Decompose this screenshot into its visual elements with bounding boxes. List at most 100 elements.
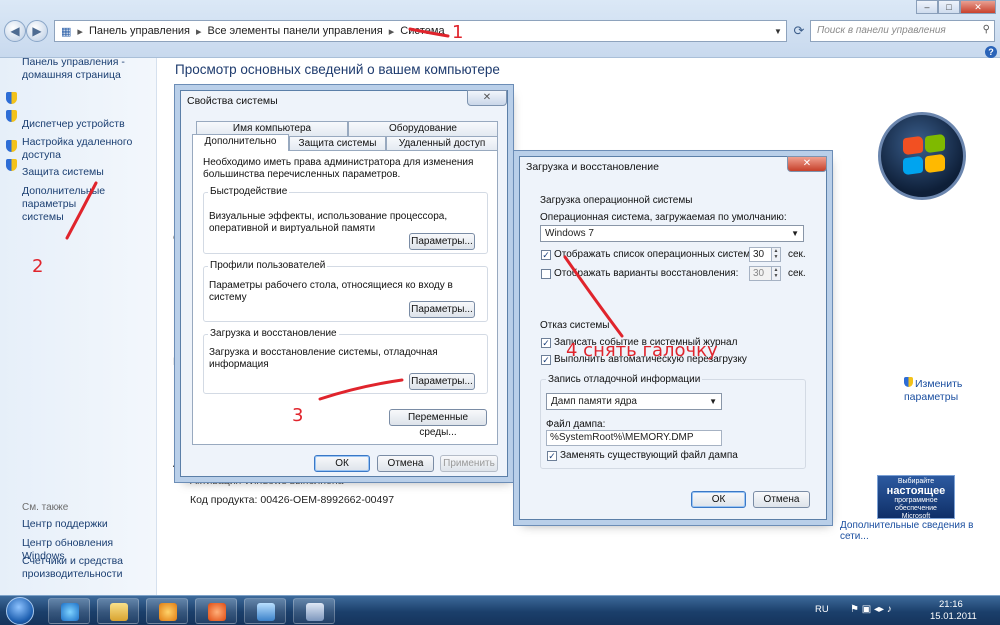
- seconds-label: сек.: [788, 268, 806, 279]
- change-settings-link[interactable]: Изменить параметры: [904, 377, 962, 404]
- tab-system-protection[interactable]: Защита системы: [289, 136, 386, 151]
- nav-performance-tools[interactable]: Счетчики и средства производительности: [22, 555, 123, 581]
- dump-file-input[interactable]: %SystemRoot%\MEMORY.DMP: [546, 430, 722, 446]
- failure-group-legend: Отказ системы: [540, 320, 610, 331]
- annotation-2: 2: [32, 256, 44, 277]
- ie-taskbar-icon[interactable]: [48, 598, 90, 624]
- annotation-1: 1: [452, 22, 464, 43]
- shield-icon: [904, 377, 913, 387]
- performance-legend: Быстродействие: [208, 186, 290, 197]
- user-profiles-settings-button[interactable]: Параметры...: [409, 301, 475, 318]
- breadcrumb-item[interactable]: Панель управления: [89, 25, 190, 37]
- shield-icon: [6, 140, 17, 152]
- apply-button[interactable]: Применить: [440, 455, 498, 472]
- dump-type-select[interactable]: Дамп памяти ядра ▼: [546, 393, 722, 410]
- chevron-down-icon: ▼: [791, 229, 799, 238]
- advanced-tab-panel: Необходимо иметь права администратора дл…: [192, 150, 498, 445]
- system-properties-dialog: Свойства системы ✕ Имя компьютера Оборуд…: [180, 90, 508, 477]
- nav-advanced-settings[interactable]: Дополнительные параметры системы: [6, 159, 156, 224]
- close-icon[interactable]: ✕: [960, 0, 996, 14]
- nav-action-center[interactable]: Центр поддержки: [22, 518, 108, 531]
- mail-taskbar-icon[interactable]: [195, 598, 237, 624]
- show-recovery-checkbox[interactable]: [541, 269, 551, 279]
- nav-home-link[interactable]: Панель управления - домашняя страница: [22, 56, 125, 82]
- show-os-list-checkbox[interactable]: ✓: [541, 250, 551, 260]
- ok-button[interactable]: ОК: [314, 455, 370, 472]
- spinner-arrows-icon[interactable]: ▲ ▼: [771, 267, 780, 280]
- annotation-3: 3: [292, 405, 304, 426]
- search-icon: ⚲: [982, 24, 990, 35]
- performance-settings-button[interactable]: Параметры...: [409, 233, 475, 250]
- environment-variables-button[interactable]: Переменные среды...: [389, 409, 487, 438]
- dialog-title: Свойства системы: [187, 95, 278, 107]
- start-button[interactable]: [6, 597, 34, 625]
- startup-recovery-legend: Загрузка и восстановление: [208, 328, 339, 339]
- window-controls: – □ ✕: [916, 0, 996, 14]
- user-profiles-legend: Профили пользователей: [208, 260, 328, 271]
- close-icon[interactable]: ✕: [787, 156, 827, 172]
- windows-logo: [878, 112, 966, 200]
- refresh-icon[interactable]: ⟳: [790, 20, 808, 42]
- user-profiles-group: Параметры рабочего стола, относящиеся ко…: [203, 266, 488, 322]
- shield-icon: [6, 159, 17, 171]
- product-key: Код продукта: 00426-OEM-8992662-00497: [190, 494, 395, 506]
- address-toolbar: – □ ✕ ◀ ▶ ▦ ▸ Панель управления ▸ Все эл…: [0, 0, 1000, 58]
- close-icon[interactable]: ✕: [467, 90, 507, 106]
- explorer-taskbar-icon[interactable]: [97, 598, 139, 624]
- tray-icons[interactable]: ⚑ ▣ ◂▸ ♪: [850, 604, 892, 615]
- ok-button[interactable]: ОК: [691, 491, 746, 508]
- os-group-legend: Загрузка операционной системы: [540, 195, 693, 206]
- performance-group: Визуальные эффекты, использование процес…: [203, 192, 488, 254]
- show-os-list-seconds[interactable]: 30 ▲ ▼: [749, 247, 781, 262]
- breadcrumb-item[interactable]: Все элементы панели управления: [208, 25, 383, 37]
- more-info-link[interactable]: Дополнительные сведения в сети...: [840, 520, 1000, 542]
- default-os-select[interactable]: Windows 7 ▼: [540, 225, 804, 242]
- breadcrumb-item[interactable]: Система: [400, 25, 444, 37]
- overwrite-dump-checkbox[interactable]: ✓: [547, 451, 557, 461]
- maximize-icon[interactable]: □: [938, 0, 960, 14]
- help-icon[interactable]: ?: [985, 46, 997, 58]
- admin-note: Необходимо иметь права администратора дл…: [203, 157, 474, 180]
- clock-time[interactable]: 21:16: [939, 599, 963, 610]
- tab-remote[interactable]: Удаленный доступ: [386, 136, 498, 151]
- language-indicator[interactable]: RU: [815, 604, 829, 615]
- back-button[interactable]: ◀: [4, 20, 26, 42]
- minimize-icon[interactable]: –: [916, 0, 938, 14]
- seconds-label: сек.: [788, 249, 806, 260]
- forward-button[interactable]: ▶: [26, 20, 48, 42]
- tab-hardware[interactable]: Оборудование: [348, 121, 498, 136]
- breadcrumb[interactable]: ▦ ▸ Панель управления ▸ Все элементы пан…: [54, 20, 787, 42]
- startup-recovery-dialog: Загрузка и восстановление ✕ Загрузка опе…: [519, 156, 827, 520]
- show-recovery-label: Отображать варианты восстановления:: [554, 268, 739, 279]
- startup-recovery-description: Загрузка и восстановление системы, отлад…: [209, 347, 438, 370]
- shield-icon: [6, 110, 17, 122]
- write-event-checkbox[interactable]: ✓: [541, 338, 551, 348]
- system-properties-taskbar-icon[interactable]: [293, 598, 335, 624]
- show-os-list-label: Отображать список операционных систем:: [554, 249, 753, 260]
- performance-description: Визуальные эффекты, использование процес…: [209, 211, 448, 234]
- genuine-microsoft-badge[interactable]: Выбирайте настоящее программное обеспече…: [877, 475, 955, 520]
- tab-advanced[interactable]: Дополнительно: [192, 134, 289, 151]
- shield-icon: [6, 92, 17, 104]
- cancel-button[interactable]: Отмена: [753, 491, 810, 508]
- left-nav: Панель управления - домашняя страница Ди…: [0, 56, 157, 595]
- default-os-label: Операционная система, загружаемая по умо…: [540, 212, 787, 223]
- search-input[interactable]: Поиск в панели управления ⚲: [810, 20, 995, 42]
- taskbar: RU ⚑ ▣ ◂▸ ♪ 21:16 15.01.2011: [0, 595, 1000, 625]
- media-player-taskbar-icon[interactable]: [146, 598, 188, 624]
- control-panel-icon: ▦: [61, 25, 72, 38]
- dialog-title: Загрузка и восстановление: [526, 161, 659, 173]
- chevron-down-icon[interactable]: ▼: [770, 27, 786, 36]
- cancel-button[interactable]: Отмена: [377, 455, 434, 472]
- clock-date[interactable]: 15.01.2011: [930, 611, 977, 622]
- spinner-arrows-icon[interactable]: ▲ ▼: [771, 248, 780, 261]
- control-panel-taskbar-icon[interactable]: [244, 598, 286, 624]
- auto-restart-checkbox[interactable]: ✓: [541, 355, 551, 365]
- show-recovery-seconds[interactable]: 30 ▲ ▼: [749, 266, 781, 281]
- chevron-down-icon: ▼: [709, 397, 717, 406]
- startup-recovery-group: Загрузка и восстановление системы, отлад…: [203, 334, 488, 394]
- page-title: Просмотр основных сведений о вашем компь…: [175, 62, 500, 77]
- annotation-4: 4 снять галочку: [566, 340, 718, 361]
- startup-recovery-settings-button[interactable]: Параметры...: [409, 373, 475, 390]
- see-also-heading: См. также: [22, 502, 69, 513]
